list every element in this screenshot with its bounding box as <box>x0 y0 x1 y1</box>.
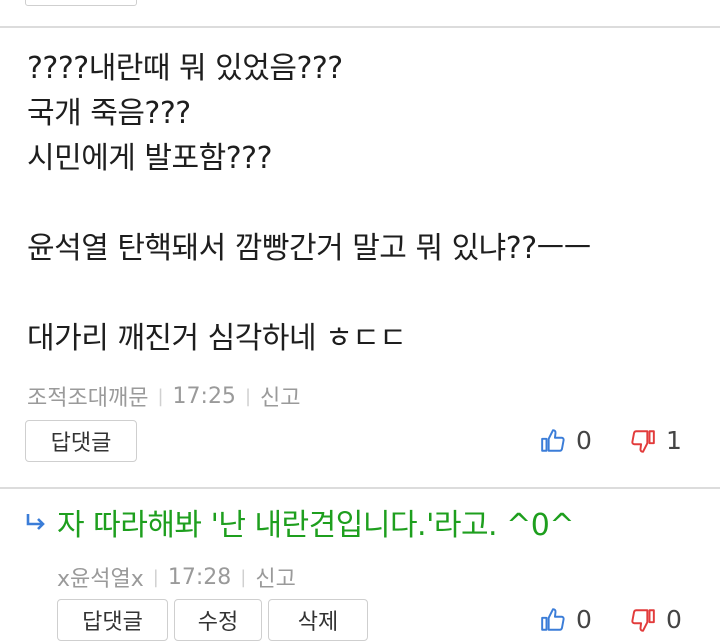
meta-divider: | <box>157 385 164 407</box>
meta-divider: | <box>244 385 252 407</box>
report-link[interactable]: 신고 <box>260 380 300 412</box>
comment: ????내란때 뭐 있었음??? 국개 죽음??? 시민에게 발포함??? 윤석… <box>0 28 720 488</box>
meta-divider: | <box>240 566 247 588</box>
dislike-count: 0 <box>666 605 682 634</box>
thumbs-up-icon <box>541 607 565 631</box>
comment-actions: 답댓글 <box>25 420 137 462</box>
reply-author[interactable]: x윤석열x <box>57 561 144 593</box>
thumbs-down-icon <box>631 429 655 453</box>
comment-meta: 조적조대깨문 | 17:25 | 신고 <box>27 380 301 412</box>
thumbs-down-icon <box>631 608 655 632</box>
like-count: 0 <box>576 426 592 455</box>
reply-body: 자 따라해봐 '난 내란견입니다.'라고. ^0^ <box>57 508 574 543</box>
dislike-count: 1 <box>666 426 682 455</box>
like-button[interactable]: 0 <box>540 605 592 634</box>
comment-time: 17:25 <box>172 383 236 409</box>
dislike-button[interactable]: 1 <box>630 426 682 455</box>
dislike-button[interactable]: 0 <box>630 605 682 634</box>
reply-arrow-icon <box>26 514 45 530</box>
like-count: 0 <box>576 605 592 634</box>
report-link[interactable]: 신고 <box>255 561 295 593</box>
comment-body: ????내란때 뭐 있었음??? 국개 죽음??? 시민에게 발포함??? 윤석… <box>27 51 591 356</box>
divider <box>0 487 720 489</box>
reply-meta: x윤석열x | 17:28 | 신고 <box>57 561 296 593</box>
reply-button[interactable]: 답댓글 <box>25 420 137 462</box>
comment-author[interactable]: 조적조대깨문 <box>27 380 148 412</box>
previous-reply-button-partial[interactable] <box>25 0 137 6</box>
meta-divider: | <box>152 566 159 588</box>
like-button[interactable]: 0 <box>540 426 592 455</box>
thumbs-up-icon <box>541 428 565 452</box>
reply-time: 17:28 <box>167 564 232 590</box>
